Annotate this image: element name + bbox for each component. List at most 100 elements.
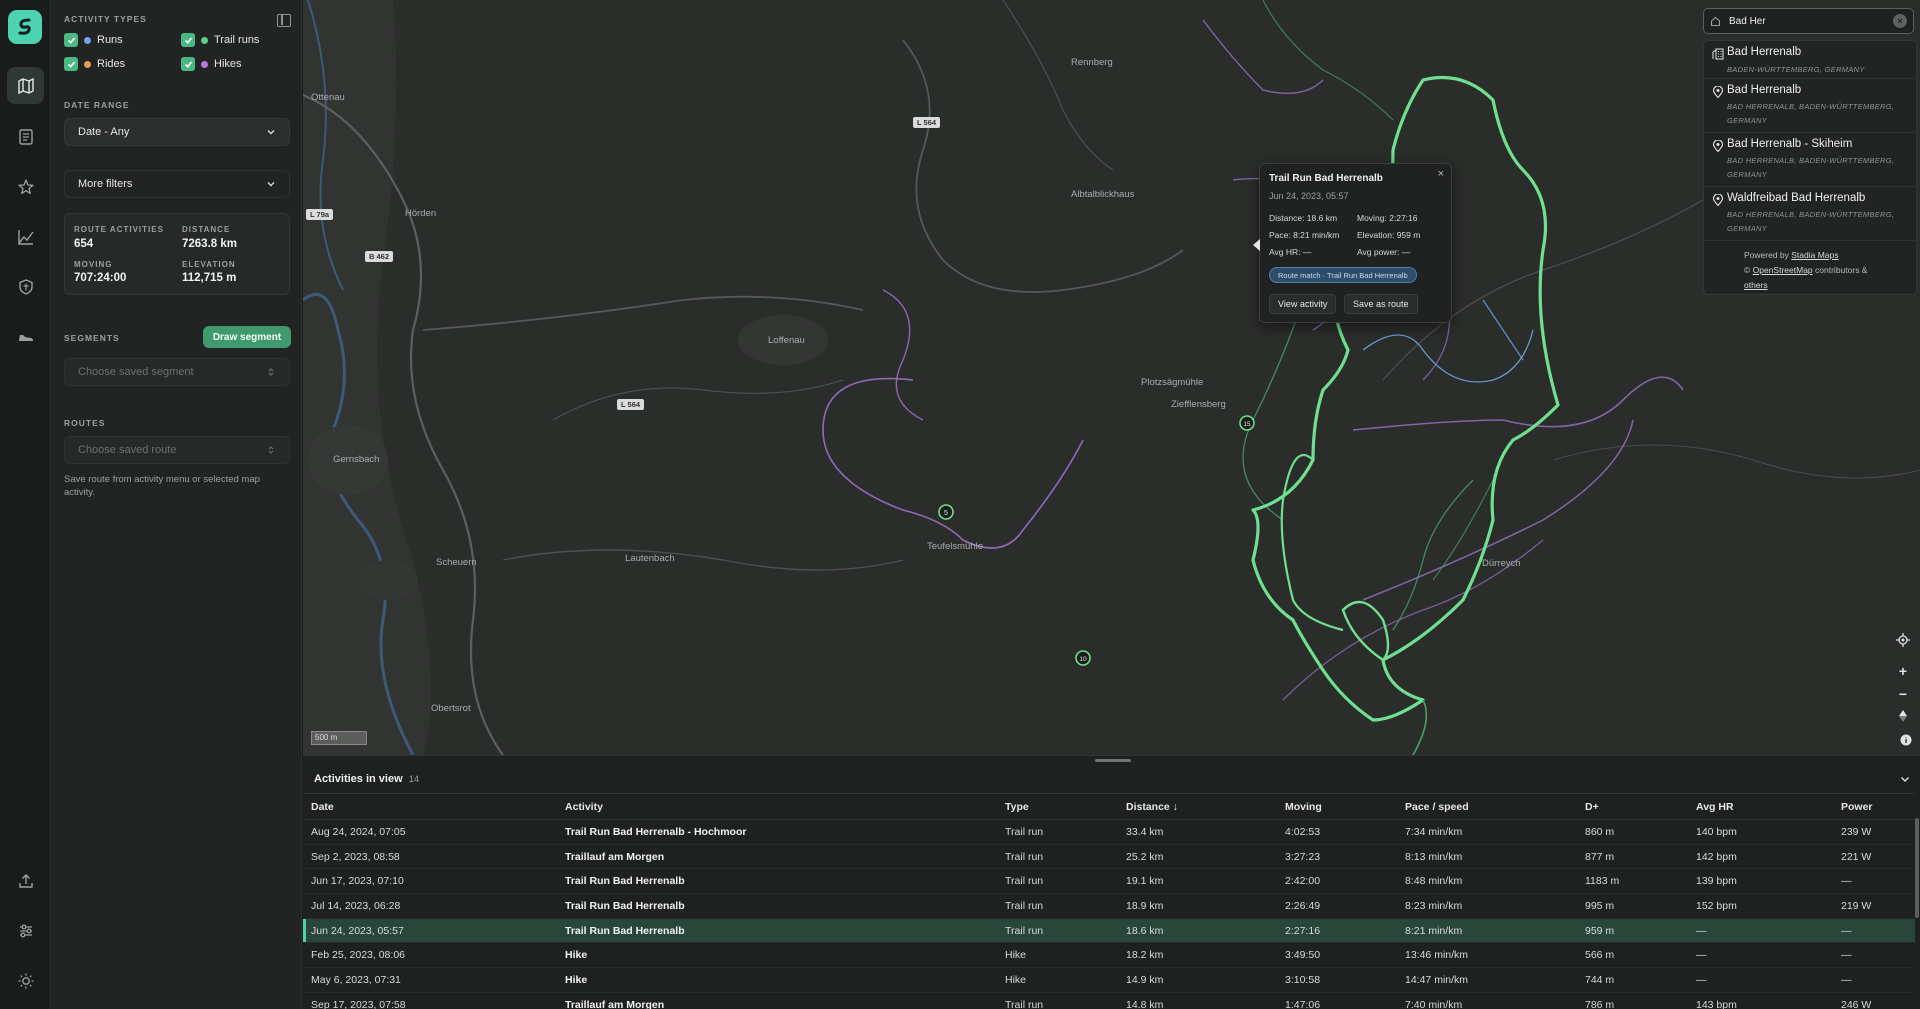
checkbox-rides[interactable]: Rides — [64, 57, 125, 71]
table-row[interactable]: Jul 14, 2023, 06:28 Trail Run Bad Herren… — [303, 893, 1915, 919]
table-row[interactable]: Sep 2, 2023, 08:58 Traillauf am Morgen T… — [303, 844, 1915, 870]
cell-type: Hike — [997, 942, 1118, 969]
more-filters-label: More filters — [78, 178, 133, 190]
rail-gear-button[interactable] — [7, 318, 44, 355]
distance-label: DISTANCE — [182, 225, 231, 234]
more-filters-toggle[interactable]: More filters — [64, 170, 290, 198]
collapse-panel-icon[interactable] — [277, 14, 291, 27]
map-canvas[interactable]: 5 15 10 Ottenau Hörden Loffenau Gernsbac… — [303, 0, 1920, 755]
activities-count: 14 — [409, 774, 420, 784]
cell-avg-hr: — — [1688, 967, 1833, 993]
locate-button[interactable] — [1893, 630, 1913, 650]
search-result[interactable]: Waldfreibad Bad Herrenalb BAD HERRENALB,… — [1704, 187, 1918, 241]
checkbox-runs[interactable]: Runs — [64, 33, 123, 47]
cell-elevation: 959 m — [1577, 918, 1688, 944]
moving-value: 707:24:00 — [74, 272, 127, 284]
info-button[interactable] — [1899, 733, 1913, 747]
cell-moving: 2:26:49 — [1277, 893, 1397, 919]
rail-theme-button[interactable] — [7, 962, 44, 999]
rail-favorites-button[interactable] — [7, 168, 44, 205]
rail-privacy-button[interactable] — [7, 268, 44, 305]
zoom-in-button[interactable]: + — [1893, 661, 1913, 681]
activities-title: Activities in view — [314, 773, 403, 785]
rides-label: Rides — [97, 58, 126, 70]
rail-upload-button[interactable] — [7, 862, 44, 899]
trail-runs-color-dot — [201, 36, 208, 44]
list-icon — [18, 128, 33, 145]
checkbox-trail-runs[interactable]: Trail runs — [181, 33, 259, 47]
table-row[interactable]: Feb 25, 2023, 08:06 Hike Hike 18.2 km 3:… — [303, 942, 1915, 969]
cell-distance: 25.2 km — [1118, 844, 1277, 870]
cell-avg-hr: — — [1688, 942, 1833, 969]
table-row[interactable]: Aug 24, 2024, 07:05 Trail Run Bad Herren… — [303, 819, 1915, 845]
stats-card: ROUTE ACTIVITIES 654 DISTANCE 7263.8 km … — [64, 213, 290, 295]
app-logo[interactable] — [8, 10, 42, 44]
column-header-distance[interactable]: Distance ↓ — [1118, 793, 1277, 820]
segment-select[interactable]: Choose saved segment — [64, 358, 290, 386]
cell-power: — — [1833, 868, 1915, 895]
rail-stats-button[interactable] — [7, 218, 44, 255]
stadia-link[interactable]: Stadia Maps — [1791, 250, 1838, 260]
compass-icon — [1899, 710, 1907, 722]
result-subtitle: BAD HERRENALB, BADEN-WÜRTTEMBERG, GERMAN… — [1727, 102, 1895, 125]
clear-search-button[interactable]: × — [1893, 14, 1907, 28]
date-range-select[interactable]: Date - Any — [64, 118, 290, 146]
search-result[interactable]: Bad Herrenalb BAD HERRENALB, BADEN-WÜRTT… — [1704, 79, 1918, 133]
rail-settings-button[interactable] — [7, 912, 44, 949]
table-row[interactable]: Sep 17, 2023, 07:58 Traillauf am Morgen … — [303, 992, 1915, 1009]
cell-pace: 7:40 min/km — [1397, 992, 1577, 1009]
table-scrollbar[interactable] — [1915, 818, 1919, 918]
table-row[interactable]: Jun 17, 2023, 07:10 Trail Run Bad Herren… — [303, 868, 1915, 895]
table-row[interactable]: May 6, 2023, 07:31 Hike Hike 14.9 km 3:1… — [303, 967, 1915, 993]
chevron-down-icon[interactable] — [1899, 773, 1911, 785]
moving-label: MOVING — [74, 260, 113, 269]
column-header-activity[interactable]: Activity — [557, 793, 997, 820]
route-select[interactable]: Choose saved route — [64, 436, 290, 464]
column-header-avg-hr[interactable]: Avg HR — [1688, 793, 1833, 820]
table-header-row: Date Activity Type Distance ↓ Moving Pac… — [303, 793, 1915, 820]
result-subtitle: BAD HERRENALB, BADEN-WÜRTTEMBERG, GERMAN… — [1727, 210, 1895, 233]
logo-icon — [18, 18, 31, 35]
search-result[interactable]: Bad Herrenalb BADEN-WÜRTTEMBERG, GERMANY — [1704, 41, 1918, 79]
route-activities-value: 654 — [74, 238, 94, 250]
cell-avg-hr: 139 bpm — [1688, 868, 1833, 895]
column-header-elevation[interactable]: D+ — [1577, 793, 1688, 820]
route-match-badge[interactable]: Route match · Trail Run Bad Herrenalb — [1269, 267, 1417, 283]
column-header-date[interactable]: Date — [303, 793, 557, 820]
column-header-power[interactable]: Power — [1833, 793, 1915, 820]
chevron-down-icon — [267, 130, 275, 135]
draw-segment-button[interactable]: Draw segment — [203, 326, 291, 348]
shield-icon — [18, 278, 33, 295]
table-row-selected[interactable]: Jun 24, 2023, 05:57 Trail Run Bad Herren… — [303, 918, 1915, 944]
column-header-moving[interactable]: Moving — [1277, 793, 1397, 820]
cell-date: Feb 25, 2023, 08:06 — [303, 942, 557, 969]
road-badge: B 462 — [365, 251, 394, 262]
result-subtitle: BADEN-WÜRTTEMBERG, GERMANY — [1727, 65, 1865, 74]
cell-elevation: 877 m — [1577, 844, 1688, 870]
osm-link[interactable]: OpenStreetMap — [1753, 265, 1813, 275]
rail-activities-button[interactable] — [7, 118, 44, 155]
zoom-out-button[interactable]: − — [1893, 684, 1913, 704]
resize-handle[interactable] — [1095, 759, 1131, 762]
map-basemap: 5 15 10 — [303, 0, 1920, 755]
compass-button[interactable] — [1893, 706, 1913, 726]
cell-elevation: 1183 m — [1577, 868, 1688, 895]
save-as-route-button[interactable]: Save as route — [1344, 294, 1418, 314]
view-activity-button[interactable]: View activity — [1269, 294, 1337, 314]
place-label: Ottenau — [311, 92, 345, 103]
rail-map-button[interactable] — [7, 67, 44, 104]
search-result[interactable]: Bad Herrenalb - Skiheim BAD HERRENALB, B… — [1704, 133, 1918, 187]
activity-types-label: ACTIVITY TYPES — [64, 14, 147, 24]
popup-close-button[interactable]: × — [1438, 168, 1444, 180]
checkbox-hikes[interactable]: Hikes — [181, 57, 242, 71]
column-header-pace[interactable]: Pace / speed — [1397, 793, 1577, 820]
cell-pace: 13:46 min/km — [1397, 942, 1577, 969]
others-link[interactable]: others — [1744, 280, 1768, 290]
cell-elevation: 860 m — [1577, 819, 1688, 845]
search-input[interactable] — [1729, 15, 1893, 27]
cell-power: — — [1833, 942, 1915, 969]
cell-power: — — [1833, 967, 1915, 993]
column-header-type[interactable]: Type — [997, 793, 1118, 820]
cell-activity: Traillauf am Morgen — [557, 844, 997, 870]
cell-power: 219 W — [1833, 893, 1915, 919]
